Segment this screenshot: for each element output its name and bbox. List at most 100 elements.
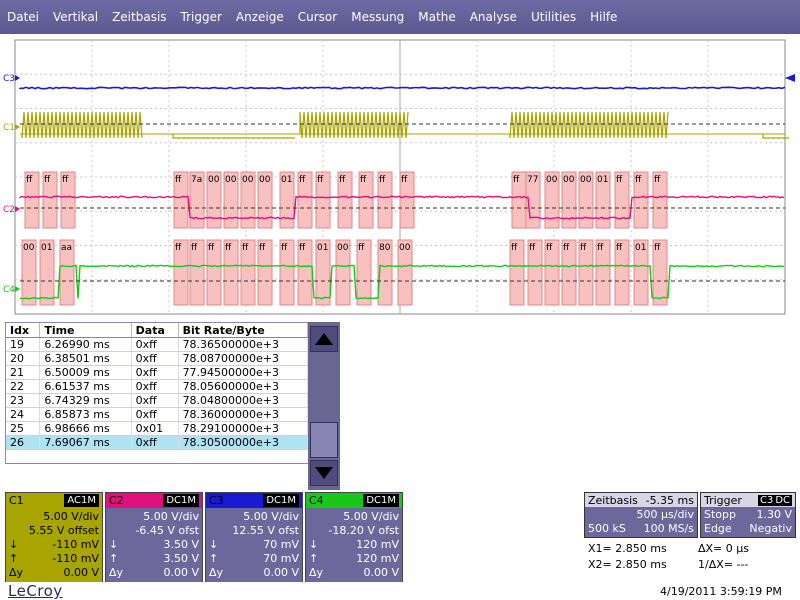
table-cell: 78.05600000e+3 xyxy=(178,380,307,394)
c2-decode-label: ff xyxy=(379,175,386,185)
channel-scale: 5.00 V/div xyxy=(143,510,199,523)
menu-item-trigger[interactable]: Trigger xyxy=(174,10,229,24)
timebase-row-2: 500 kS 100 MS/s xyxy=(585,521,697,535)
waveform-display[interactable]: ff ff ff ff 7a 00 00 00 00 01 ff ff ff ff ff ff ff 77 00 00… xyxy=(0,34,800,320)
c4-decode-label: ff xyxy=(191,243,198,253)
table-cell: 0x01 xyxy=(131,422,178,436)
delta-y-value: 0.00 V xyxy=(163,566,199,579)
scroll-up-button[interactable] xyxy=(310,326,338,352)
table-cell: 78.29100000e+3 xyxy=(178,422,307,436)
channel-box-c2[interactable]: C2 DC1M 5.00 V/div -6.45 V ofst ↓ 3.50 V ↑ 3.50… xyxy=(105,492,203,582)
trigger-slope: Negativ xyxy=(749,522,792,535)
channel-row: ↓ -110 mV xyxy=(6,537,102,551)
menu-item-zeitbasis[interactable]: Zeitbasis xyxy=(105,10,173,24)
channel-box-c4[interactable]: C4 DC1M 5.00 V/div -18.20 V ofst ↓ 120 mV ↑ 120… xyxy=(305,492,403,582)
table-cell: 0xff xyxy=(131,380,178,394)
trigger-coupling: DC xyxy=(775,495,790,506)
delta-y-value: 0.00 V xyxy=(363,566,399,579)
table-row[interactable]: 22 6.61537 ms 0xff 78.05600000e+3 xyxy=(6,380,308,394)
trigger-source-badge: C3 DC xyxy=(758,495,792,506)
brand-logo: LeCroy xyxy=(8,582,63,600)
down-arrow-icon xyxy=(314,466,334,480)
table-cell: 0xff xyxy=(131,366,178,380)
table-cell: 0xff xyxy=(131,352,178,366)
table-row[interactable]: 21 6.50009 ms 0xff 77.94500000e+3 xyxy=(6,366,308,380)
timebase-per-div: 500 µs/div xyxy=(637,508,694,521)
c4-decode-label: 00 xyxy=(337,243,349,253)
c2-decode-label: 00 xyxy=(546,175,558,185)
menu-item-vertikal[interactable]: Vertikal xyxy=(46,10,105,24)
table-cell: 0xff xyxy=(131,436,178,450)
trigger-type: Edge xyxy=(704,522,732,535)
c2-decode-label: 00 xyxy=(563,175,575,185)
menu-item-anzeige[interactable]: Anzeige xyxy=(229,10,291,24)
menu-item-mathe[interactable]: Mathe xyxy=(411,10,462,24)
channel-name: C3 xyxy=(209,494,224,507)
c2-decode-label: ff xyxy=(513,175,520,185)
channel-body: 5.00 V/div 12.55 V ofst ↓ 70 mV ↑ 70 mV Δy 0.00… xyxy=(206,508,302,582)
channel-scale: 5.00 V/div xyxy=(343,510,399,523)
down-arrow-icon: ↓ xyxy=(109,538,118,551)
menu-item-analyse[interactable]: Analyse xyxy=(463,10,524,24)
coupling-badge: AC1M xyxy=(64,494,99,507)
menu-item-datei[interactable]: Datei xyxy=(0,10,46,24)
table-row[interactable]: 26 7.69067 ms 0xff 78.30500000e+3 xyxy=(6,436,308,450)
c2-decode-label: 00 xyxy=(225,175,237,185)
c2-decode-label: 01 xyxy=(597,175,608,185)
table-row[interactable]: 25 6.98666 ms 0x01 78.29100000e+3 xyxy=(6,422,308,436)
channel-scale: 5.00 V/div xyxy=(43,510,99,523)
channel-offset: -6.45 V ofst xyxy=(135,524,199,537)
channel-name: C1 xyxy=(9,494,24,507)
c4-decode-label: ff xyxy=(358,243,365,253)
c2-decode-label: 77 xyxy=(527,175,538,185)
menu-item-hilfe[interactable]: Hilfe xyxy=(583,10,624,24)
channel-box-c3[interactable]: C3 DC1M 5.00 V/div 12.55 V ofst ↓ 70 mV ↑ 70 mV… xyxy=(205,492,303,582)
menu-item-utilities[interactable]: Utilities xyxy=(524,10,583,24)
up-arrow-icon xyxy=(314,332,334,346)
channel-label: C1 xyxy=(3,123,15,133)
menu-bar: Datei Vertikal Zeitbasis Trigger Anzeige Curs… xyxy=(0,0,800,34)
c4-decode-label: ff xyxy=(546,243,553,253)
coupling-badge: DC1M xyxy=(163,494,199,507)
trigger-source: C3 xyxy=(760,495,773,506)
table-cell: 0xff xyxy=(131,408,178,422)
delta-y-icon: Δy xyxy=(9,566,23,579)
channel-row: 5.00 V/div xyxy=(306,509,402,523)
table-row[interactable]: 24 6.85873 ms 0xff 78.36000000e+3 xyxy=(6,408,308,422)
channel-row: Δy 0.00 V xyxy=(306,565,402,579)
trigger-mode: Stopp xyxy=(704,508,736,521)
channel-row: 5.00 V/div xyxy=(6,509,102,523)
c2-decode-label: ff xyxy=(616,175,623,185)
c2-decode-label: ff xyxy=(339,175,346,185)
table-row[interactable]: 20 6.38501 ms 0xff 78.08700000e+3 xyxy=(6,352,308,366)
c4-decode-label: 01 xyxy=(317,243,328,253)
c4-decode-label: ff xyxy=(616,243,623,253)
table-cell: 7.69067 ms xyxy=(40,436,131,450)
table-row[interactable]: 19 6.26990 ms 0xff 78.36500000e+3 xyxy=(6,338,308,352)
channel-header: C2 DC1M xyxy=(106,493,202,508)
menu-item-cursor[interactable]: Cursor xyxy=(291,10,344,24)
delta-y-icon: Δy xyxy=(209,566,223,579)
channel-offset: -18.20 V ofst xyxy=(328,524,399,537)
table-cell: 23 xyxy=(6,394,40,408)
scroll-down-button[interactable] xyxy=(310,460,338,486)
c4-decode-label: ff xyxy=(580,243,587,253)
channel-header: C3 DC1M xyxy=(206,493,302,508)
waveform-grid[interactable]: ff ff ff ff 7a 00 00 00 00 01 ff ff ff ff ff ff ff 77 00 00… xyxy=(0,34,800,320)
c4-decode-label: ff xyxy=(529,243,536,253)
coupling-badge: DC1M xyxy=(363,494,399,507)
c2-decode-label: ff xyxy=(175,175,182,185)
table-row[interactable]: 23 6.74329 ms 0xff 78.04800000e+3 xyxy=(6,394,308,408)
menu-item-messung[interactable]: Messung xyxy=(344,10,411,24)
trigger-box[interactable]: Trigger C3 DC Stopp 1.30 V Edge Negativ xyxy=(700,492,796,538)
channel-body: 5.00 V/div -18.20 V ofst ↓ 120 mV ↑ 120 mV Δy 0… xyxy=(306,508,402,582)
channel-row: 5.55 V offset xyxy=(6,523,102,537)
timebase-header: Zeitbasis -5.35 ms xyxy=(585,493,697,507)
cursor-up-value: 3.50 V xyxy=(163,552,199,565)
channel-row: ↓ 70 mV xyxy=(206,537,302,551)
down-arrow-icon: ↓ xyxy=(209,538,218,551)
scroll-thumb[interactable] xyxy=(310,422,338,458)
channel-box-c1[interactable]: C1 AC1M 5.00 V/div 5.55 V offset ↓ -110 mV ↑ -1… xyxy=(5,492,103,582)
timebase-box[interactable]: Zeitbasis -5.35 ms 500 µs/div 500 kS 100… xyxy=(584,492,698,538)
channel-name: C2 xyxy=(109,494,124,507)
